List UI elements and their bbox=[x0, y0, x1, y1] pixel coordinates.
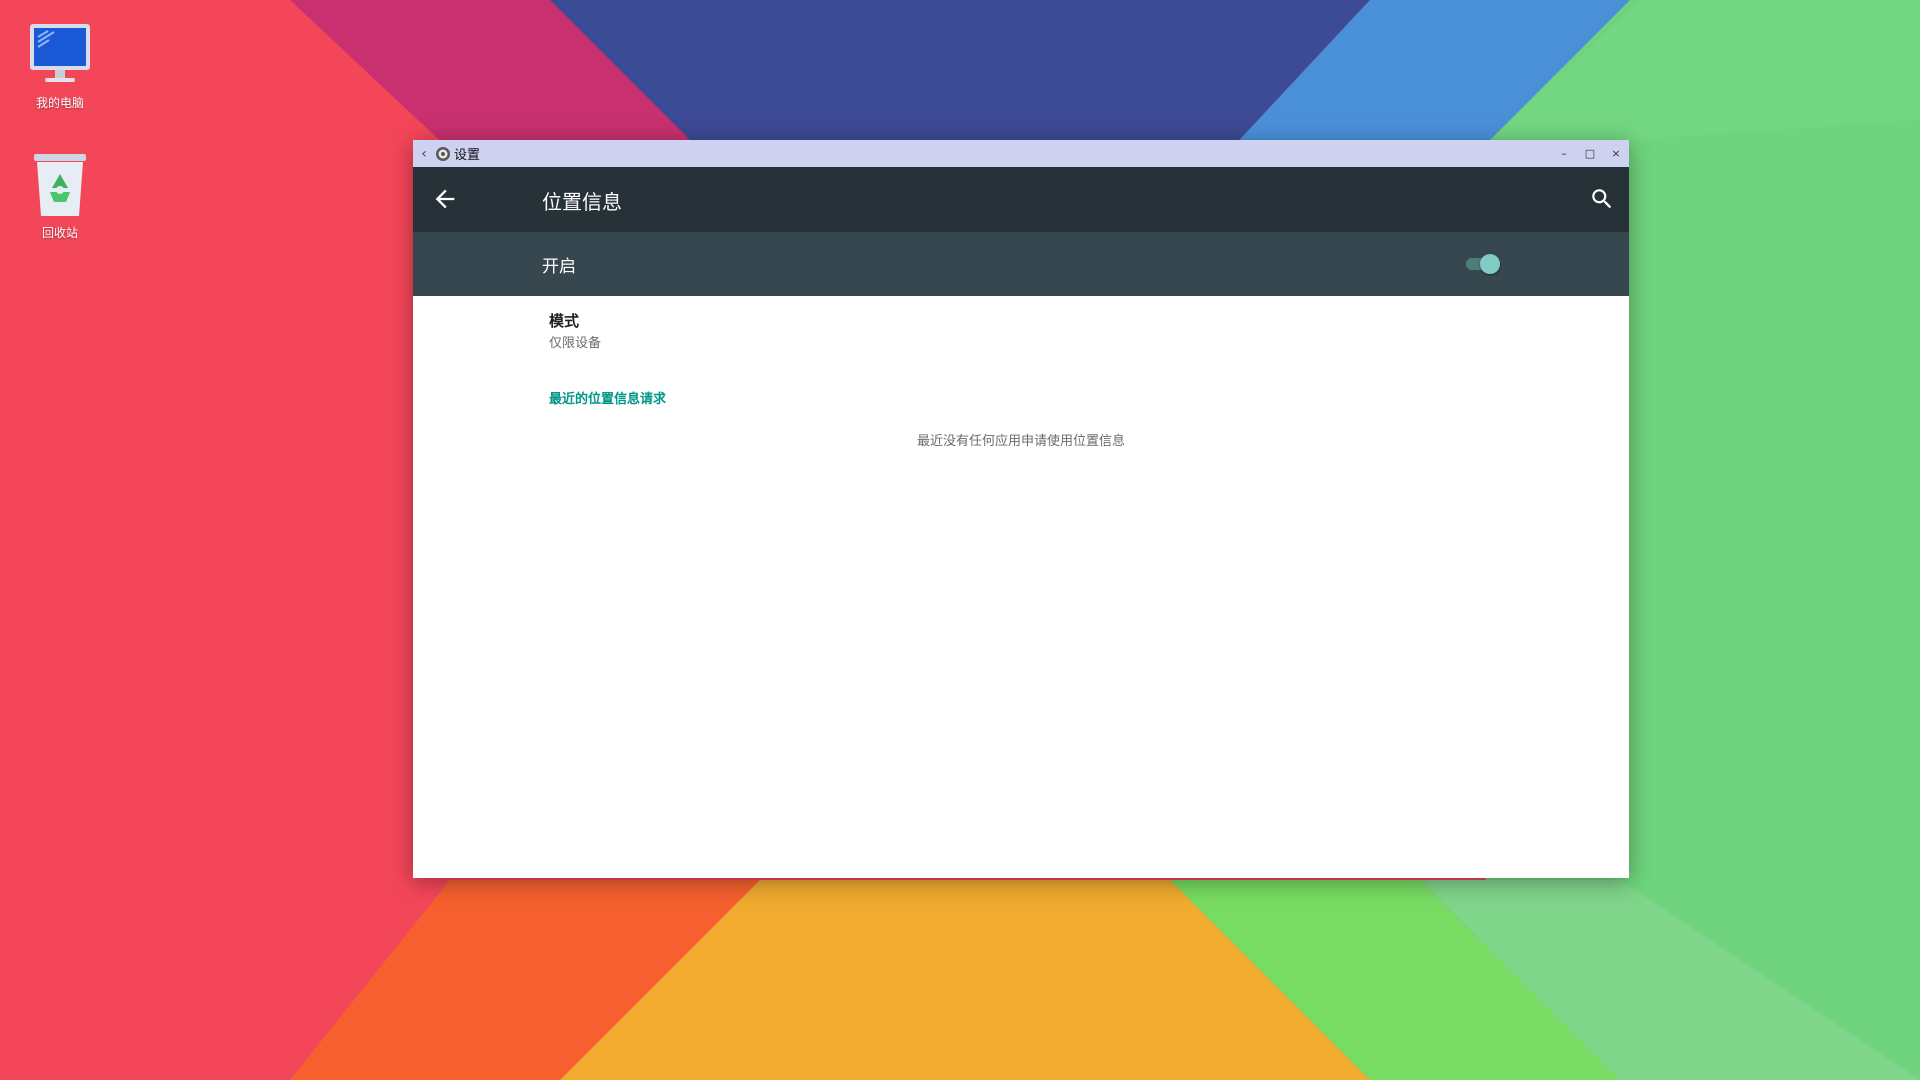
desktop-icon-my-computer[interactable]: 我的电脑 bbox=[5, 22, 115, 111]
page-title: 位置信息 bbox=[542, 190, 622, 214]
window-titlebar[interactable]: ‹ 设置 – □ × bbox=[413, 140, 1629, 167]
close-button[interactable]: × bbox=[1603, 140, 1629, 167]
arrow-back-icon[interactable] bbox=[431, 185, 459, 213]
computer-monitor-icon bbox=[25, 22, 95, 88]
toggle-thumb bbox=[1480, 254, 1500, 274]
settings-content: 模式 仅限设备 最近的位置信息请求 最近没有任何应用申请使用位置信息 bbox=[413, 296, 1629, 878]
maximize-button[interactable]: □ bbox=[1577, 140, 1603, 167]
recycle-bin-icon bbox=[25, 152, 95, 218]
settings-window: ‹ 设置 – □ × 位置信息 开启 模式 仅限设备 最近的位置信息请求 最近没… bbox=[413, 140, 1629, 878]
app-bar: 位置信息 bbox=[413, 167, 1629, 232]
location-toggle-switch[interactable] bbox=[1464, 252, 1500, 276]
desktop-icon-recycle-bin[interactable]: 回收站 bbox=[5, 152, 115, 241]
minimize-button[interactable]: – bbox=[1551, 140, 1577, 167]
recent-requests-header: 最近的位置信息请求 bbox=[549, 392, 667, 407]
no-recent-requests-text: 最近没有任何应用申请使用位置信息 bbox=[916, 434, 1125, 449]
window-title: 设置 bbox=[454, 148, 481, 163]
desktop-icon-label: 我的电脑 bbox=[35, 96, 84, 110]
pref-title: 模式 bbox=[549, 312, 580, 330]
titlebar-back-button[interactable]: ‹ bbox=[413, 146, 435, 162]
desktop-icon-label: 回收站 bbox=[41, 226, 78, 240]
master-switch-bar[interactable]: 开启 bbox=[413, 232, 1629, 296]
pref-item-mode[interactable]: 模式 仅限设备 bbox=[549, 308, 1149, 358]
search-icon[interactable] bbox=[1589, 186, 1615, 212]
pref-summary: 仅限设备 bbox=[549, 336, 602, 351]
window-controls: – □ × bbox=[1551, 140, 1629, 167]
settings-gear-icon bbox=[435, 146, 451, 162]
desktop: 我的电脑 回收站 ‹ 设置 – □ × 位置信息 开启 模式 仅限设备 最近的位… bbox=[0, 0, 1920, 1080]
master-switch-label: 开启 bbox=[542, 257, 576, 277]
